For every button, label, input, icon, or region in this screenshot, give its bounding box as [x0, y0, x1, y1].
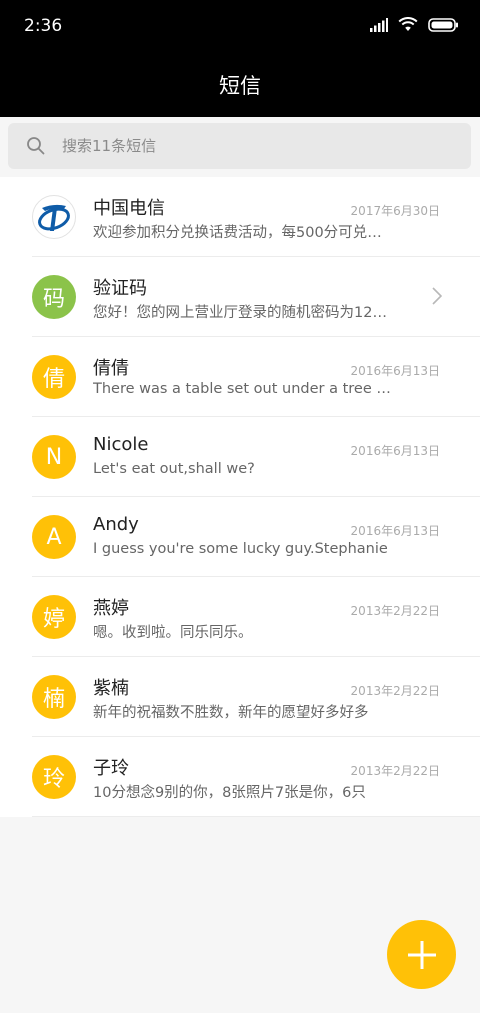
- avatar: A: [32, 515, 76, 559]
- avatar: [32, 195, 76, 239]
- avatar-initial: 码: [42, 287, 65, 312]
- avatar: 婷: [32, 595, 76, 639]
- contact-name: 子玲: [93, 758, 129, 779]
- conversation-list: 中国电信 欢迎参加积分兑换话费活动，每500分可兑换话费 2017年6月30日 …: [0, 177, 480, 817]
- status-time: 2:36: [24, 16, 63, 36]
- message-preview: There was a table set out under a tree i…: [93, 381, 393, 397]
- message-preview: 欢迎参加积分兑换话费活动，每500分可兑换话费: [93, 225, 393, 241]
- avatar: 码: [32, 275, 76, 319]
- message-preview: 嗯。收到啦。同乐同乐。: [93, 625, 253, 641]
- conversation-item[interactable]: A Andy I guess you're some lucky guy.Ste…: [0, 497, 480, 577]
- avatar: 倩: [32, 355, 76, 399]
- battery-icon: [428, 17, 458, 32]
- contact-name: 验证码: [93, 278, 147, 299]
- message-preview: 新年的祝福数不胜数，新年的愿望好多好多: [93, 705, 369, 721]
- conversation-item[interactable]: 玲 子玲 10分想念9别的你，8张照片7张是你，6只 2013年2月22日: [0, 737, 480, 817]
- chevron-right-icon: [432, 287, 442, 305]
- conversation-item[interactable]: 中国电信 欢迎参加积分兑换话费活动，每500分可兑换话费 2017年6月30日: [0, 177, 480, 257]
- message-date: 2013年2月22日: [350, 604, 440, 618]
- plus-icon: [407, 940, 436, 969]
- avatar: N: [32, 435, 76, 479]
- contact-name: Nicole: [93, 434, 149, 455]
- search-icon: [27, 137, 45, 155]
- avatar-initial: 婷: [42, 607, 65, 632]
- avatar-initial: 倩: [42, 367, 65, 392]
- divider: [32, 816, 480, 817]
- avatar-initial: N: [45, 444, 63, 470]
- conversation-item[interactable]: 码 验证码 您好！您的网上营业厅登录的随机密码为123456: [0, 257, 480, 337]
- conversation-item[interactable]: 楠 紫楠 新年的祝福数不胜数，新年的愿望好多好多 2013年2月22日: [0, 657, 480, 737]
- wifi-icon: [398, 17, 418, 31]
- status-icons: [370, 17, 458, 32]
- conversation-item[interactable]: 倩 倩倩 There was a table set out under a t…: [0, 337, 480, 417]
- china-telecom-logo-icon: [38, 204, 70, 231]
- contact-name: 燕婷: [93, 598, 129, 619]
- avatar-initial: 玲: [42, 767, 65, 792]
- new-message-button[interactable]: [387, 920, 456, 989]
- message-date: 2017年6月30日: [350, 204, 440, 218]
- message-date: 2013年2月22日: [350, 764, 440, 778]
- contact-name: 中国电信: [93, 198, 165, 219]
- contact-name: 紫楠: [93, 678, 129, 699]
- search-box[interactable]: [8, 123, 471, 169]
- contact-name: 倩倩: [93, 358, 129, 379]
- title-bar: 短信: [0, 52, 480, 117]
- message-preview: Let's eat out,shall we?: [93, 461, 255, 477]
- message-preview: 10分想念9别的你，8张照片7张是你，6只: [93, 785, 366, 801]
- message-preview: 您好！您的网上营业厅登录的随机密码为123456: [93, 305, 393, 321]
- message-date: 2013年2月22日: [350, 684, 440, 698]
- conversation-item[interactable]: 婷 燕婷 嗯。收到啦。同乐同乐。 2013年2月22日: [0, 577, 480, 657]
- page-title: 短信: [219, 74, 261, 98]
- signal-icon: [370, 17, 388, 32]
- status-bar: 2:36: [0, 0, 480, 52]
- search-area: [0, 117, 480, 177]
- message-date: 2016年6月13日: [350, 444, 440, 458]
- message-date: 2016年6月13日: [350, 524, 440, 538]
- avatar-initial: A: [46, 524, 62, 550]
- avatar: 楠: [32, 675, 76, 719]
- avatar-initial: 楠: [42, 687, 65, 712]
- message-preview: I guess you're some lucky guy.Stephanie: [93, 541, 388, 557]
- avatar: 玲: [32, 755, 76, 799]
- search-input[interactable]: [62, 123, 452, 169]
- contact-name: Andy: [93, 514, 139, 535]
- message-date: 2016年6月13日: [350, 364, 440, 378]
- conversation-item[interactable]: N Nicole Let's eat out,shall we? 2016年6月…: [0, 417, 480, 497]
